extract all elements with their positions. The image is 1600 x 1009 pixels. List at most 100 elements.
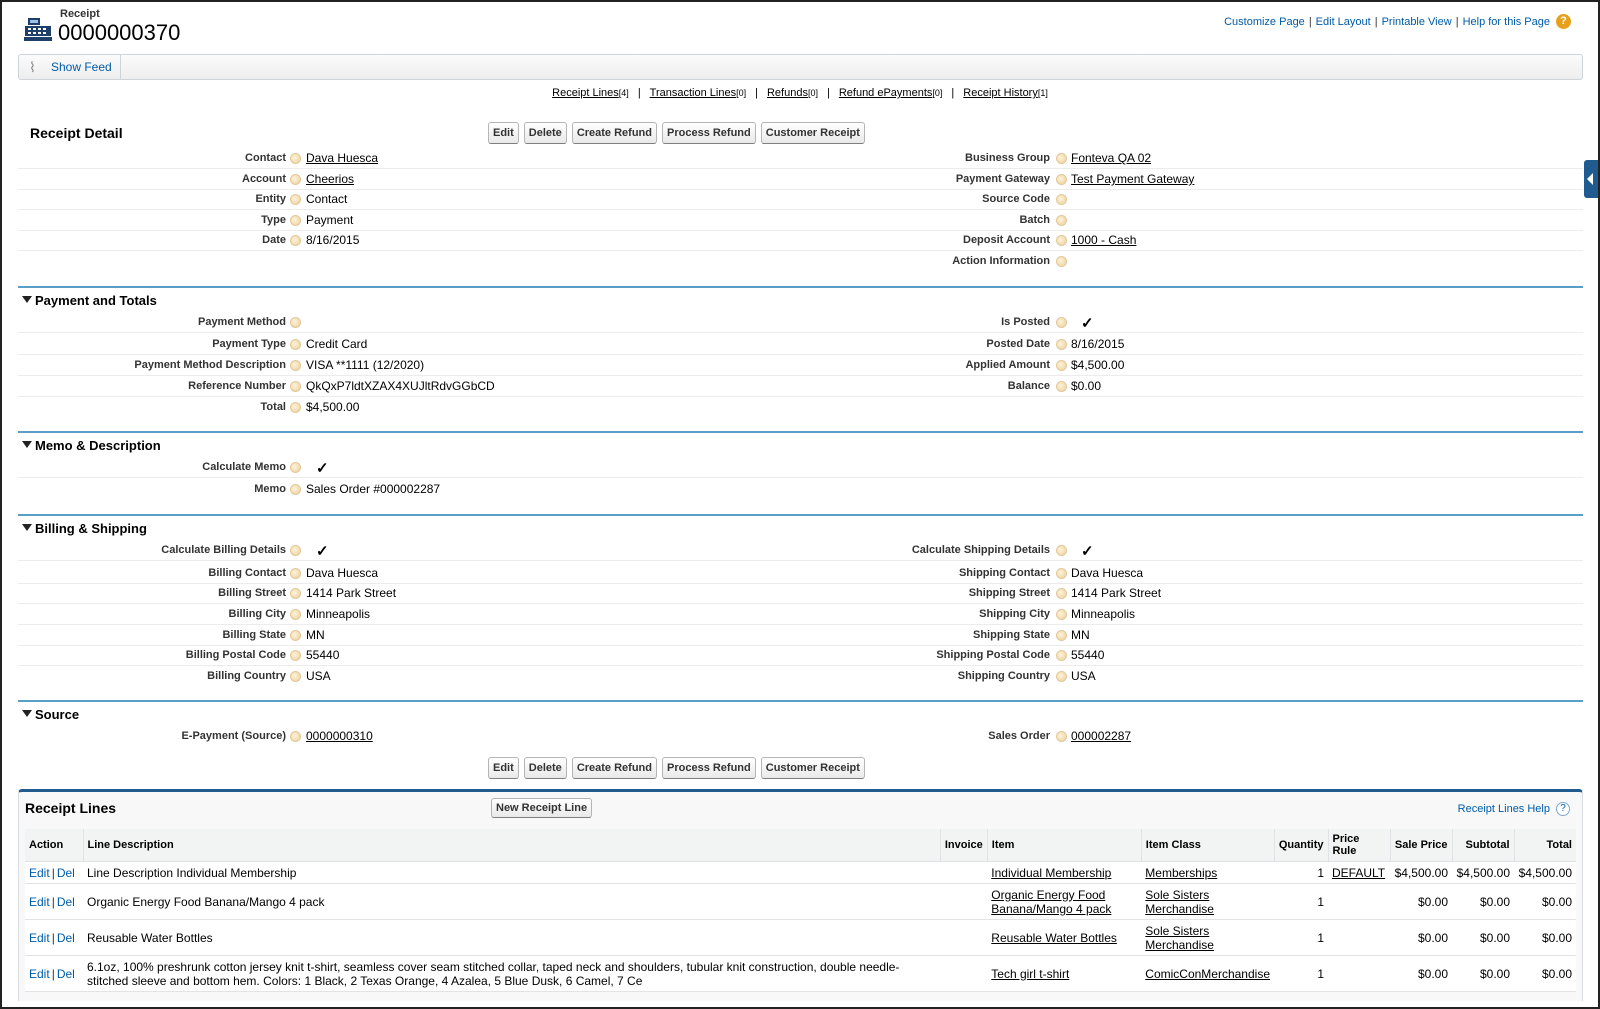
delete-link[interactable]: Del xyxy=(57,866,75,880)
section-header[interactable]: Payment and Totals xyxy=(18,286,1583,310)
help-bubble-icon[interactable] xyxy=(1056,671,1067,682)
help-bubble-icon[interactable] xyxy=(290,381,301,392)
delete-button[interactable]: Delete xyxy=(523,757,567,779)
help-bubble-icon[interactable] xyxy=(1056,174,1067,185)
edit-link[interactable]: Edit xyxy=(29,866,50,880)
field-value[interactable]: 000002287 xyxy=(1071,729,1131,743)
customize-page-link[interactable]: Customize Page xyxy=(1224,16,1305,28)
delete-link[interactable]: Del xyxy=(57,931,75,945)
item-class-link[interactable]: Memberships xyxy=(1141,861,1274,884)
help-bubble-icon[interactable] xyxy=(290,235,301,246)
edit-button[interactable]: Edit xyxy=(488,122,519,144)
item-link[interactable]: Tech girl t-shirt xyxy=(987,955,1142,992)
column-header[interactable]: Subtotal xyxy=(1452,829,1515,862)
help-bubble-icon[interactable] xyxy=(290,339,301,350)
related-link-2[interactable]: Transaction Lines[0] xyxy=(650,87,746,99)
price-rule-link[interactable] xyxy=(1328,919,1390,956)
column-header[interactable]: Price Rule xyxy=(1328,829,1391,862)
help-bubble-icon[interactable] xyxy=(290,588,301,599)
process-refund-button[interactable]: Process Refund xyxy=(662,757,756,779)
field-value[interactable]: Dava Huesca xyxy=(306,151,378,165)
section-header[interactable]: Source xyxy=(18,700,1583,724)
edit-link[interactable]: Edit xyxy=(29,931,50,945)
column-header[interactable]: Quantity xyxy=(1274,829,1329,862)
price-rule-link[interactable]: DEFAULT xyxy=(1328,861,1390,884)
section-header[interactable]: Billing & Shipping xyxy=(18,514,1583,538)
delete-link[interactable]: Del xyxy=(57,895,75,909)
item-link[interactable]: Organic Energy Food Banana/Mango 4 pack xyxy=(987,883,1142,920)
item-class-link[interactable]: ComicConMerchandise xyxy=(1141,955,1274,992)
help-bubble-icon[interactable] xyxy=(290,153,301,164)
related-link-label[interactable]: Refunds xyxy=(767,87,808,99)
related-link-4[interactable]: Refund ePayments[0] xyxy=(839,87,943,99)
help-bubble-icon[interactable] xyxy=(290,317,301,328)
edit-link[interactable]: Edit xyxy=(29,967,50,981)
help-bubble-icon[interactable] xyxy=(1056,568,1067,579)
edit-button[interactable]: Edit xyxy=(488,757,519,779)
sidebar-toggle[interactable] xyxy=(1584,160,1598,198)
help-bubble-icon[interactable] xyxy=(1056,153,1067,164)
delete-link[interactable]: Del xyxy=(57,967,75,981)
help-bubble-icon[interactable] xyxy=(290,360,301,371)
help-bubble-icon[interactable] xyxy=(1056,630,1067,641)
price-rule-link[interactable] xyxy=(1328,955,1390,992)
edit-layout-link[interactable]: Edit Layout xyxy=(1316,16,1371,28)
help-bubble-icon[interactable] xyxy=(1056,194,1067,205)
edit-link[interactable]: Edit xyxy=(29,895,50,909)
help-bubble-icon[interactable] xyxy=(290,194,301,205)
item-link[interactable]: Reusable Water Bottles xyxy=(987,919,1142,956)
related-link-3[interactable]: Refunds[0] xyxy=(767,87,818,99)
process-refund-button[interactable]: Process Refund xyxy=(662,122,756,144)
column-header[interactable]: Item Class xyxy=(1141,829,1275,862)
help-bubble-icon[interactable] xyxy=(1056,235,1067,246)
help-bubble-icon[interactable] xyxy=(290,630,301,641)
column-header[interactable]: Total xyxy=(1514,829,1576,862)
customer-receipt-button[interactable]: Customer Receipt xyxy=(760,757,865,779)
help-bubble-icon[interactable] xyxy=(290,462,301,473)
item-class-link[interactable]: Sole Sisters Merchandise xyxy=(1141,883,1274,920)
delete-button[interactable]: Delete xyxy=(523,122,567,144)
help-bubble-icon[interactable] xyxy=(290,545,301,556)
field-value[interactable]: Fonteva QA 02 xyxy=(1071,151,1151,165)
field-value[interactable]: 1000 - Cash xyxy=(1071,233,1136,247)
help-bubble-icon[interactable] xyxy=(290,215,301,226)
field-value[interactable]: 0000000310 xyxy=(306,729,373,743)
field-value[interactable]: Test Payment Gateway xyxy=(1071,172,1194,186)
section-header[interactable]: Memo & Description xyxy=(18,431,1583,455)
help-bubble-icon[interactable] xyxy=(290,731,301,742)
show-feed-button[interactable]: ⌇ Show Feed xyxy=(19,55,121,79)
column-header[interactable]: Invoice xyxy=(940,829,988,862)
column-header[interactable]: Item xyxy=(987,829,1142,862)
help-bubble-icon[interactable] xyxy=(290,671,301,682)
item-class-link[interactable]: Sole Sisters Merchandise xyxy=(1141,919,1274,956)
collapse-triangle-icon[interactable] xyxy=(22,524,32,531)
related-link-5[interactable]: Receipt History[1] xyxy=(963,87,1048,99)
related-link-label[interactable]: Receipt Lines xyxy=(552,87,619,99)
help-bubble-icon[interactable] xyxy=(290,568,301,579)
customer-receipt-button[interactable]: Customer Receipt xyxy=(760,122,865,144)
help-bubble-icon[interactable] xyxy=(290,650,301,661)
collapse-triangle-icon[interactable] xyxy=(22,441,32,448)
create-refund-button[interactable]: Create Refund xyxy=(571,122,657,144)
help-page-link[interactable]: Help for this Page xyxy=(1463,16,1550,28)
help-bubble-icon[interactable] xyxy=(290,609,301,620)
printable-view-link[interactable]: Printable View xyxy=(1382,16,1452,28)
help-bubble-icon[interactable] xyxy=(290,402,301,413)
item-link[interactable]: Individual Membership xyxy=(987,861,1142,884)
help-bubble-icon[interactable] xyxy=(1056,609,1067,620)
column-header[interactable]: Line Description xyxy=(83,829,941,862)
help-bubble-icon[interactable] xyxy=(1056,360,1067,371)
column-header[interactable]: Action xyxy=(25,829,84,862)
collapse-triangle-icon[interactable] xyxy=(22,710,32,717)
related-link-label[interactable]: Receipt History xyxy=(963,87,1038,99)
collapse-triangle-icon[interactable] xyxy=(22,296,32,303)
help-bubble-icon[interactable] xyxy=(1056,317,1067,328)
question-icon[interactable]: ? xyxy=(1556,802,1570,816)
related-link-label[interactable]: Transaction Lines xyxy=(650,87,736,99)
help-bubble-icon[interactable] xyxy=(290,174,301,185)
help-bubble-icon[interactable] xyxy=(1056,588,1067,599)
related-link-1[interactable]: Receipt Lines[4] xyxy=(552,87,629,99)
column-header[interactable]: Sale Price xyxy=(1390,829,1453,862)
help-bubble-icon[interactable] xyxy=(1056,650,1067,661)
new-receipt-line-button[interactable]: New Receipt Line xyxy=(491,798,593,818)
